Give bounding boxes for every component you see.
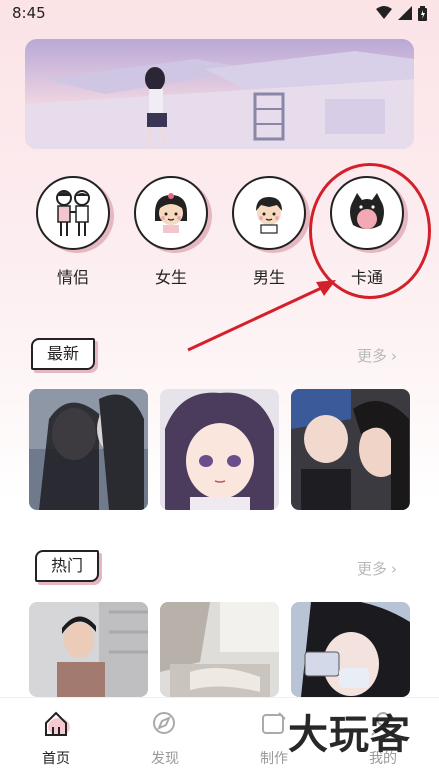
nav-label: 首页 (42, 751, 70, 767)
boy-icon (232, 176, 306, 250)
category-label: 情侣 (56, 268, 89, 287)
nav-label: 发现 (151, 751, 179, 767)
wallpaper-thumb[interactable] (291, 602, 410, 697)
signal-icon (398, 6, 412, 20)
status-bar: 8:45 (0, 0, 439, 26)
more-label: 更多 (357, 347, 388, 365)
battery-icon (418, 5, 427, 21)
chevron-right-icon: › (391, 346, 398, 365)
section-title-latest: 最新 (31, 338, 96, 370)
couple-icon (36, 176, 110, 250)
nav-home[interactable]: 首页 (26, 706, 86, 768)
category-couple[interactable]: 情侣 (34, 176, 112, 288)
watermark: 大玩客 (288, 712, 411, 758)
more-link-hot[interactable]: 更多 › (357, 558, 397, 579)
home-icon (26, 706, 86, 740)
banner-carousel[interactable] (25, 39, 414, 149)
wallpaper-thumb[interactable] (160, 389, 279, 510)
wallpaper-thumb[interactable] (29, 602, 148, 697)
wallpaper-thumb[interactable] (29, 389, 148, 510)
section-title-hot: 热门 (35, 550, 100, 582)
more-label: 更多 (357, 560, 388, 578)
nav-discover[interactable]: 发现 (135, 706, 195, 768)
wallpaper-thumb[interactable] (160, 602, 279, 697)
chevron-right-icon: › (391, 559, 398, 578)
discover-icon (135, 706, 195, 740)
wifi-icon (376, 6, 392, 19)
more-link-latest[interactable]: 更多 › (357, 345, 397, 366)
annotation-arrow (187, 280, 336, 352)
wallpaper-thumb[interactable] (291, 389, 410, 510)
status-icons (376, 5, 427, 21)
girl-icon (134, 176, 208, 250)
status-time: 8:45 (12, 4, 46, 22)
